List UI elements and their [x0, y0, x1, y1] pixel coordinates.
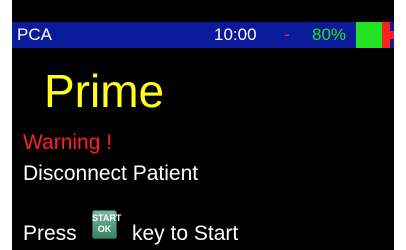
battery-empty-segment: [382, 22, 390, 48]
battery-percentage: 80%: [312, 25, 347, 44]
status-separator: -: [284, 25, 290, 44]
press-label: Press: [23, 222, 77, 245]
start-key-label: START: [92, 213, 122, 223]
warning-message: Warning !: [23, 131, 113, 154]
battery-charge-segment: [356, 22, 382, 48]
battery-icon: [356, 22, 394, 48]
page-title: Prime: [44, 65, 165, 117]
instruction-text: Disconnect Patient: [23, 162, 199, 185]
start-ok-key-icon: START OK: [92, 210, 122, 239]
start-hint-text: key to Start: [132, 222, 239, 245]
battery-tip: [390, 31, 394, 39]
ok-key-label: OK: [97, 224, 112, 234]
mode-label: PCA: [17, 25, 52, 44]
clock-time: 10:00: [214, 25, 257, 44]
